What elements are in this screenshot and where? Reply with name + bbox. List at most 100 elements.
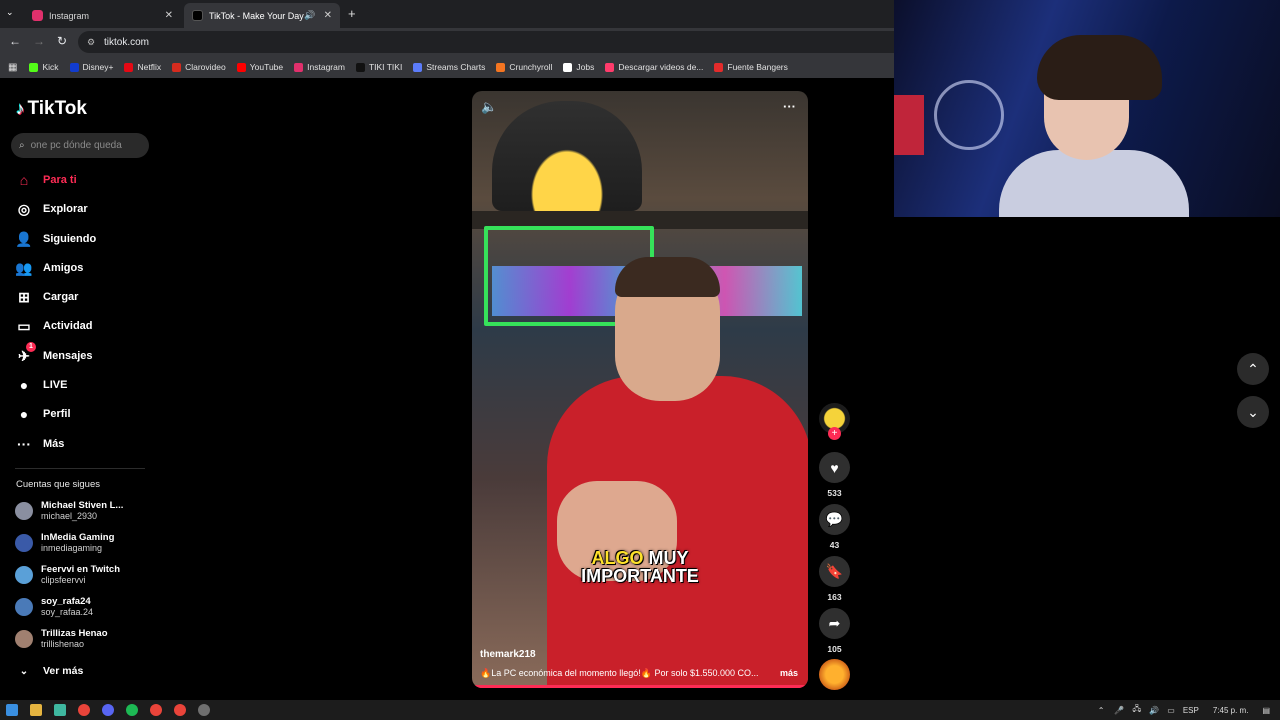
- share-button[interactable]: ➦ 105: [819, 608, 850, 654]
- see-more-button[interactable]: ⌄ Ver más: [15, 662, 84, 680]
- clock[interactable]: 7:45 p. m.: [1213, 706, 1249, 715]
- chrome-icon[interactable]: [174, 704, 186, 716]
- app-icon[interactable]: [54, 704, 66, 716]
- bookmark-favicon-icon: [605, 62, 615, 72]
- friends-icon: 👥: [15, 259, 33, 276]
- bookmark-item[interactable]: Jobs: [563, 62, 594, 72]
- apps-icon[interactable]: ▦: [8, 62, 17, 73]
- more-link[interactable]: más: [780, 668, 798, 678]
- bookmark-item[interactable]: Descargar videos de...: [605, 62, 703, 72]
- bookmark-item[interactable]: Disney+: [69, 62, 113, 72]
- volume-icon[interactable]: 🔊: [1149, 706, 1159, 715]
- bookmark-favicon-icon: [413, 62, 423, 72]
- bookmark-favicon-icon: [355, 62, 365, 72]
- tab-list-icon[interactable]: ⌄: [6, 7, 14, 18]
- speaker-icon[interactable]: 🔊: [304, 10, 315, 21]
- sidebar-item-user-follow[interactable]: 👤 Siguiendo: [15, 230, 96, 248]
- followed-account[interactable]: soy_rafa24 soy_rafaa.24: [15, 596, 93, 618]
- video-progress-bar[interactable]: [472, 685, 808, 688]
- headphones-shape: [934, 80, 1004, 150]
- volume-icon[interactable]: 🔈: [481, 99, 497, 115]
- author-avatar[interactable]: +: [819, 403, 850, 440]
- microphone-icon[interactable]: 🎤: [1114, 706, 1124, 715]
- network-icon[interactable]: 🖧: [1132, 703, 1141, 717]
- tab-tiktok[interactable]: TikTok - Make Your Day 🔊 ✕: [184, 3, 340, 28]
- account-name: Michael Stiven L...: [41, 500, 124, 511]
- followed-account[interactable]: Michael Stiven L... michael_2930: [15, 500, 123, 522]
- avatar: [15, 566, 33, 584]
- sidebar-item-home[interactable]: ⌂ Para ti: [15, 171, 77, 189]
- next-video-button[interactable]: ⌄: [1237, 396, 1269, 428]
- bookmark-favicon-icon: [714, 62, 724, 72]
- new-tab-icon[interactable]: +: [348, 6, 356, 21]
- tiktok-logo[interactable]: ♪ TikTok: [16, 98, 87, 120]
- account-text: InMedia Gaming inmediagaming: [41, 532, 114, 554]
- file-explorer-icon[interactable]: [30, 704, 42, 716]
- sidebar-item-more[interactable]: ··· Más: [15, 435, 64, 453]
- music-disc[interactable]: [819, 659, 850, 690]
- bookmark-label: YouTube: [249, 62, 284, 72]
- bookmark-item[interactable]: Crunchyroll: [496, 62, 552, 72]
- home-icon: ⌂: [19, 172, 29, 188]
- bookmark-item[interactable]: Instagram: [294, 62, 345, 72]
- browser-toolbar: ← → ↻ ⚙ tiktok.com: [0, 28, 894, 56]
- followed-account[interactable]: Feervvi en Twitch clipsfeervvi: [15, 564, 120, 586]
- tray-chevron-icon[interactable]: ⌃: [1098, 706, 1105, 715]
- bookmark-item[interactable]: Clarovideo: [172, 62, 226, 72]
- compass-icon: ◎: [17, 200, 31, 217]
- back-icon[interactable]: ←: [9, 34, 21, 48]
- sidebar-item-friends[interactable]: 👥 Amigos: [15, 259, 83, 277]
- bookmark-favicon-icon: [236, 62, 246, 72]
- sidebar-item-label: Cargar: [43, 291, 79, 303]
- site-info-icon[interactable]: ⚙: [87, 37, 95, 48]
- sidebar-item-profile[interactable]: ● Perfil: [15, 405, 71, 423]
- sidebar-item-label: Perfil: [43, 408, 71, 420]
- bookmark-item[interactable]: YouTube: [236, 62, 284, 72]
- bookmark-item[interactable]: Streams Charts: [413, 62, 485, 72]
- language-indicator[interactable]: ESP: [1183, 706, 1199, 715]
- video-author[interactable]: themark218: [480, 649, 536, 660]
- reload-icon[interactable]: ↻: [57, 34, 67, 48]
- bookmark-item[interactable]: Netflix: [124, 62, 161, 72]
- address-bar[interactable]: ⚙ tiktok.com: [78, 31, 894, 53]
- account-name: InMedia Gaming: [41, 532, 115, 543]
- start-icon[interactable]: [6, 704, 18, 716]
- sidebar-item-compass[interactable]: ◎ Explorar: [15, 200, 88, 218]
- forward-icon[interactable]: →: [33, 34, 45, 48]
- obs-icon[interactable]: [198, 704, 210, 716]
- heart-icon: ♥: [819, 452, 850, 483]
- followed-account[interactable]: InMedia Gaming inmediagaming: [15, 532, 114, 554]
- taskbar: ⌃ 🎤 🖧 🔊 ▭ ESP 7:45 p. m. ▤: [0, 700, 1280, 720]
- sidebar-item-messages[interactable]: ✈ 1 Mensajes: [15, 342, 93, 365]
- search-input[interactable]: ⌕ one pc dónde queda: [11, 133, 149, 158]
- sidebar-item-live[interactable]: ● LIVE: [15, 376, 68, 394]
- tab-instagram[interactable]: Instagram ✕: [24, 3, 181, 28]
- sidebar-item-upload[interactable]: ⊞ Cargar: [15, 288, 78, 306]
- comment-button[interactable]: 💬 43: [819, 504, 850, 550]
- chrome-icon[interactable]: [78, 704, 90, 716]
- browser-tab-bar: ⌄ Instagram ✕ TikTok - Make Your Day 🔊 ✕…: [0, 0, 894, 28]
- spotify-icon[interactable]: [126, 704, 138, 716]
- close-icon[interactable]: ✕: [324, 10, 332, 21]
- avatar: [15, 534, 33, 552]
- notifications-icon[interactable]: ▤: [1262, 706, 1270, 715]
- chrome-icon[interactable]: [150, 704, 162, 716]
- bookmark-item[interactable]: TIKI TIKI: [355, 62, 402, 72]
- bookmark-item[interactable]: Fuente Bangers: [714, 62, 788, 72]
- video-player[interactable]: 🔈 ··· ALGO MUY IMPORTANTE themark218 🔥La…: [472, 91, 808, 688]
- like-button[interactable]: ♥ 533: [819, 452, 850, 498]
- save-button[interactable]: 🔖 163: [819, 556, 850, 602]
- more-options-icon[interactable]: ···: [783, 99, 796, 114]
- close-icon[interactable]: ✕: [165, 10, 173, 21]
- sidebar-item-activity[interactable]: ▭ Actividad: [15, 317, 92, 335]
- comment-count: 43: [829, 540, 840, 550]
- follow-plus-icon[interactable]: +: [828, 427, 841, 440]
- account-text: Trillizas Henao trillishenao: [41, 628, 108, 650]
- followed-account[interactable]: Trillizas Henao trillishenao: [15, 628, 108, 650]
- discord-icon[interactable]: [102, 704, 114, 716]
- webcam-overlay: [894, 0, 1280, 217]
- previous-video-button[interactable]: ⌃: [1237, 353, 1269, 385]
- battery-icon[interactable]: ▭: [1167, 706, 1175, 715]
- sidebar-item-label: Amigos: [43, 262, 84, 274]
- bookmark-item[interactable]: Kick: [29, 62, 59, 72]
